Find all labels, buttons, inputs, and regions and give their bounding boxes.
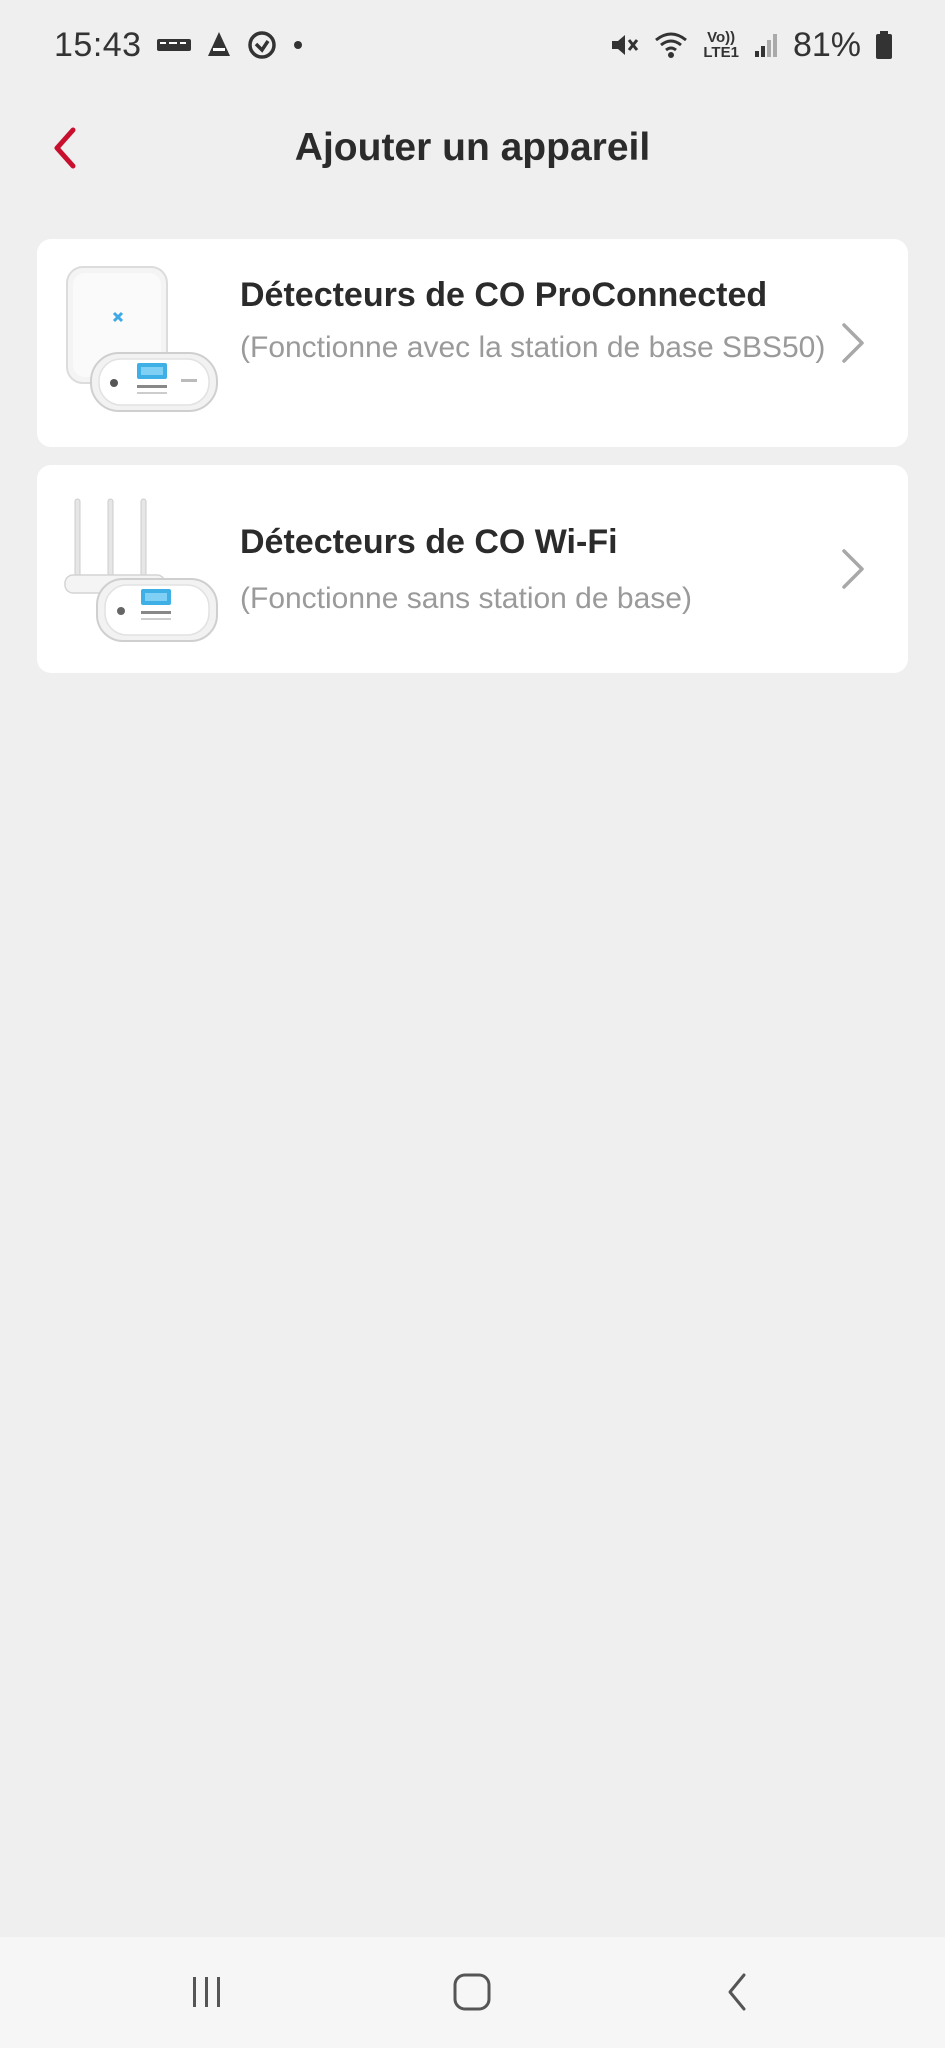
card-text: Détecteurs de CO Wi-Fi (Fonctionne sans … [240,520,828,618]
chevron-left-icon [54,127,76,169]
recent-apps-icon [193,1977,220,2007]
carrier-7eleven-icon [156,34,192,56]
device-title: Détecteurs de CO Wi-Fi [240,523,618,561]
back-icon [728,1973,746,2011]
device-option-proconnected[interactable]: Détecteurs de CO ProConnected (Fonctionn… [37,239,908,447]
wifi-icon [653,30,689,60]
system-navigation-bar [0,1937,945,2048]
header: Ajouter un appareil [0,100,945,196]
card-text: Détecteurs de CO ProConnected (Fonctionn… [240,273,828,367]
device-subtitle: (Fonctionne avec la station de base SBS5… [240,331,826,364]
wifi-product-image [61,487,221,651]
status-left: 15:43 [54,26,304,65]
volte-label-bottom: LTE1 [703,44,739,61]
device-option-wifi[interactable]: Détecteurs de CO Wi-Fi (Fonctionne sans … [37,465,908,673]
chevron-right-icon [836,317,870,369]
dot-icon [292,39,304,51]
status-right: Vo)) LTE1 81% [609,26,893,65]
home-button[interactable] [427,1957,517,2027]
page-title: Ajouter un appareil [294,126,651,169]
device-subtitle: (Fonctionne sans station de base) [240,582,692,615]
signal-icon [753,31,779,59]
volte-label-top: Vo)) [707,29,736,46]
status-bar: 15:43 Vo)) LTE1 81% [0,0,945,90]
back-nav-button[interactable] [692,1957,782,2027]
battery-icon [875,30,893,60]
proconnected-product-image [61,261,221,425]
mute-icon [609,30,639,60]
chevron-right-icon [836,543,870,595]
volte-icon: Vo)) LTE1 [703,30,739,60]
recent-apps-button[interactable] [162,1957,252,2027]
home-icon [453,1973,491,2011]
battery-percentage: 81% [792,25,861,64]
device-title: Détecteurs de CO ProConnected [240,276,768,314]
activity-icon [246,29,278,61]
status-time: 15:43 [54,25,142,64]
back-button[interactable] [36,120,92,176]
app-notification-icon [206,30,232,60]
